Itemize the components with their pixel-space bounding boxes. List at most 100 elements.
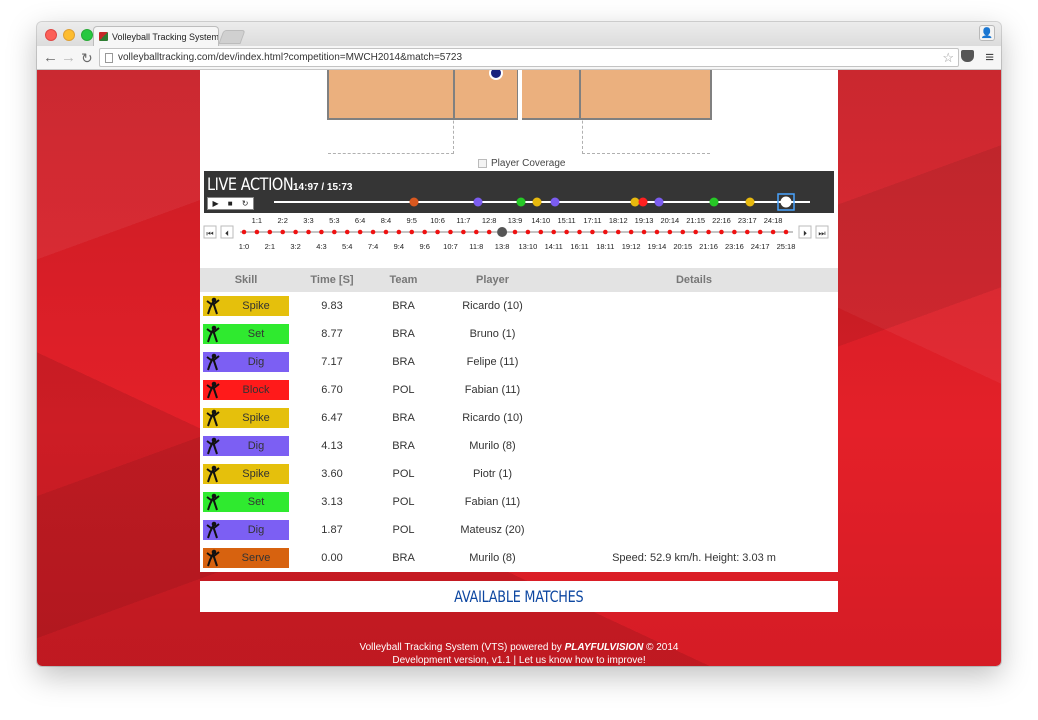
- score-point-current[interactable]: [497, 227, 508, 237]
- score-point[interactable]: [538, 229, 544, 235]
- score-point[interactable]: [241, 229, 247, 235]
- score-point[interactable]: [525, 229, 531, 235]
- browser-tab[interactable]: Volleyball Tracking System ×: [93, 26, 219, 46]
- table-row[interactable]: Spike 9.83 BRA Ricardo (10): [200, 292, 838, 320]
- score-point[interactable]: [615, 229, 621, 235]
- time-cell: 9.83: [321, 300, 343, 312]
- score-point[interactable]: [422, 229, 427, 235]
- score-point[interactable]: [744, 229, 750, 235]
- score-point[interactable]: [448, 229, 453, 235]
- score-point[interactable]: [564, 229, 569, 235]
- score-point[interactable]: [306, 229, 311, 235]
- score-point[interactable]: [757, 229, 763, 235]
- skill-badge[interactable]: Dig: [203, 352, 289, 372]
- score-point[interactable]: [680, 229, 686, 235]
- timeline-event[interactable]: [409, 197, 419, 207]
- table-row[interactable]: Dig 1.87 POL Mateusz (20): [200, 516, 838, 544]
- timeline-event[interactable]: [550, 197, 560, 207]
- close-window-button[interactable]: [45, 29, 57, 41]
- score-point[interactable]: [461, 229, 466, 235]
- minimize-window-button[interactable]: [63, 29, 75, 41]
- score-point[interactable]: [603, 229, 608, 235]
- skill-badge[interactable]: Block: [203, 380, 289, 400]
- skill-badge[interactable]: Spike: [203, 296, 289, 316]
- timeline-event[interactable]: [709, 197, 719, 207]
- score-point[interactable]: [473, 229, 479, 235]
- skill-badge[interactable]: Spike: [203, 408, 289, 428]
- stop-icon[interactable]: ■: [228, 199, 233, 208]
- timeline-event-current[interactable]: [780, 196, 792, 208]
- timeline-event[interactable]: [654, 197, 664, 207]
- score-label-bottom: 4:3: [316, 242, 326, 251]
- table-row[interactable]: Dig 7.17 BRA Felipe (11): [200, 348, 838, 376]
- timeline-event[interactable]: [745, 197, 755, 207]
- score-point[interactable]: [551, 229, 557, 235]
- zoom-window-button[interactable]: [81, 29, 93, 41]
- skill-badge[interactable]: Serve: [203, 548, 289, 568]
- score-point[interactable]: [590, 229, 595, 235]
- forward-arrow-icon[interactable]: →: [61, 48, 76, 68]
- score-point[interactable]: [357, 229, 363, 235]
- score-point[interactable]: [667, 229, 673, 235]
- score-point[interactable]: [641, 229, 647, 235]
- skill-badge[interactable]: Spike: [203, 464, 289, 484]
- timeline-event[interactable]: [532, 197, 542, 207]
- score-point[interactable]: [719, 229, 724, 235]
- score-point[interactable]: [512, 229, 518, 235]
- skill-badge[interactable]: Dig: [203, 436, 289, 456]
- score-point[interactable]: [409, 229, 415, 235]
- table-row[interactable]: Spike 3.60 POL Piotr (1): [200, 460, 838, 488]
- score-point[interactable]: [254, 229, 260, 235]
- score-point[interactable]: [732, 229, 737, 235]
- available-matches-header[interactable]: AVAILABLE MATCHES: [200, 581, 838, 612]
- play-icon[interactable]: ▶: [213, 199, 219, 208]
- score-point[interactable]: [267, 229, 273, 235]
- score-point[interactable]: [693, 229, 698, 235]
- table-row[interactable]: Dig 4.13 BRA Murilo (8): [200, 432, 838, 460]
- score-point[interactable]: [628, 229, 634, 235]
- menu-icon[interactable]: ≡: [985, 49, 994, 67]
- score-point[interactable]: [770, 229, 776, 235]
- pocket-icon[interactable]: [961, 50, 974, 62]
- new-tab-button[interactable]: [218, 30, 246, 44]
- timeline-event[interactable]: [638, 197, 648, 207]
- event-timeline[interactable]: [264, 193, 814, 211]
- score-point[interactable]: [654, 229, 660, 235]
- table-row[interactable]: Serve 0.00 BRA Murilo (8) Speed: 52.9 km…: [200, 544, 838, 572]
- score-point[interactable]: [706, 229, 711, 235]
- score-point[interactable]: [486, 229, 492, 235]
- timeline-event[interactable]: [473, 197, 483, 207]
- score-point[interactable]: [435, 229, 440, 235]
- replay-icon[interactable]: ↻: [242, 199, 249, 208]
- table-row[interactable]: Block 6.70 POL Fabian (11): [200, 376, 838, 404]
- skill-badge[interactable]: Dig: [203, 520, 289, 540]
- score-point[interactable]: [783, 229, 789, 235]
- score-point[interactable]: [293, 229, 298, 235]
- score-point[interactable]: [370, 229, 376, 235]
- skill-badge[interactable]: Set: [203, 324, 289, 344]
- address-bar[interactable]: volleyballtracking.com/dev/index.html?co…: [99, 48, 959, 67]
- footer-version[interactable]: Development version, v1.1 | Let us know …: [37, 654, 1001, 666]
- score-point[interactable]: [344, 229, 350, 235]
- header-details: Details: [675, 274, 713, 286]
- score-point[interactable]: [280, 229, 286, 235]
- score-point[interactable]: [383, 229, 389, 235]
- score-point[interactable]: [577, 229, 582, 235]
- score-timeline[interactable]: ⏮ ⏴ ⏵ ⏭ 1:0 2:1 3:2 4:3 5:4 7:4 9:4 9:6 10:7 11:8 13:8…: [200, 214, 838, 264]
- player-coverage-checkbox[interactable]: [478, 159, 487, 168]
- score-point[interactable]: [396, 229, 402, 235]
- player-coverage-toggle[interactable]: Player Coverage: [478, 158, 565, 169]
- score-point[interactable]: [332, 229, 337, 235]
- table-row[interactable]: Set 3.13 POL Fabian (11): [200, 488, 838, 516]
- skill-badge[interactable]: Set: [203, 492, 289, 512]
- timeline-event[interactable]: [516, 197, 526, 207]
- profile-icon[interactable]: 👤: [979, 25, 995, 41]
- footer-brand-logo[interactable]: PLAYFULVISION: [565, 642, 644, 653]
- timeline-event[interactable]: [630, 197, 640, 207]
- table-row[interactable]: Set 8.77 BRA Bruno (1): [200, 320, 838, 348]
- bookmark-star-icon[interactable]: ☆: [942, 50, 954, 66]
- table-row[interactable]: Spike 6.47 BRA Ricardo (10): [200, 404, 838, 432]
- score-point[interactable]: [319, 229, 324, 235]
- back-arrow-icon[interactable]: ←: [43, 48, 58, 68]
- reload-icon[interactable]: ↻: [81, 48, 93, 68]
